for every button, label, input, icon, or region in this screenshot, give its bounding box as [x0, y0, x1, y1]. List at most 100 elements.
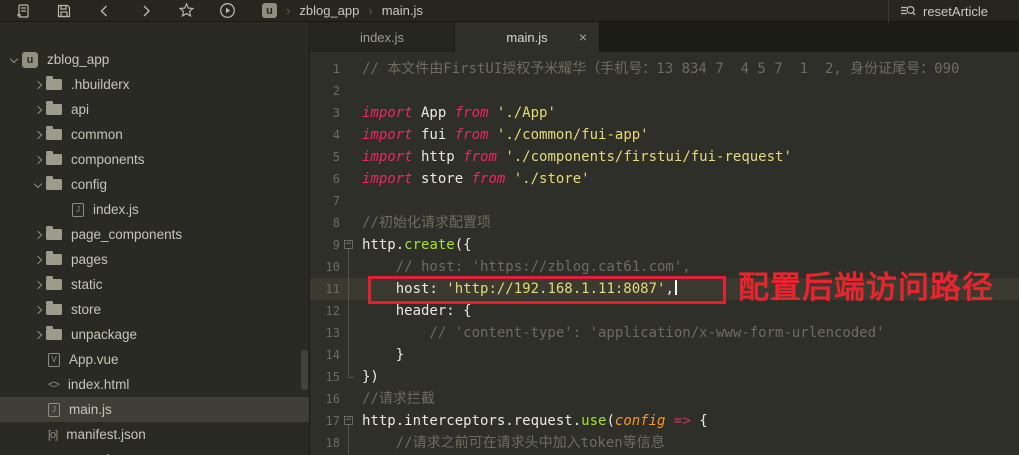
- tree-item-label: main.js: [69, 402, 112, 417]
- tab-label: index.js: [360, 30, 404, 45]
- code-text[interactable]: //请求拦截: [356, 388, 435, 410]
- forward-icon[interactable]: [137, 2, 154, 19]
- code-line-13[interactable]: 13 // 'content-type': 'application/x-www…: [310, 322, 1019, 344]
- code-line-18[interactable]: 18 //请求之前可在请求头中加入token等信息: [310, 432, 1019, 454]
- line-number: 15: [310, 366, 340, 388]
- tree-item-pages-json[interactable]: [o]pages.json: [0, 447, 309, 455]
- folder-icon: [46, 229, 62, 240]
- chevron-right-icon[interactable]: [30, 107, 46, 113]
- code-text[interactable]: host: 'http://192.168.1.11:8087',: [356, 278, 677, 300]
- tree-item-store[interactable]: store: [0, 297, 309, 322]
- chevron-right-icon[interactable]: [30, 132, 46, 138]
- chevron-down-icon[interactable]: [30, 183, 46, 187]
- tree-item-label: pages: [71, 252, 108, 267]
- tree-item-pages[interactable]: pages: [0, 247, 309, 272]
- tree-item-page-components[interactable]: page_components: [0, 222, 309, 247]
- tree-item-config[interactable]: config: [0, 172, 309, 197]
- chevron-right-icon[interactable]: [30, 332, 46, 338]
- code-line-1[interactable]: 1// 本文件由FirstUI授权予米耀华（手机号：13 834 7 4 5 7…: [310, 58, 1019, 80]
- fold-collapse-icon[interactable]: −: [344, 240, 353, 249]
- tree-item-index-js[interactable]: Jindex.js: [0, 197, 309, 222]
- code-text[interactable]: import store from './store': [356, 168, 590, 190]
- chevron-right-icon[interactable]: [30, 307, 46, 313]
- breadcrumb: u › zblog_app › main.js: [262, 3, 423, 18]
- tree-item--hbuilderx[interactable]: .hbuilderx: [0, 72, 309, 97]
- code-text[interactable]: header: {: [356, 300, 472, 322]
- code-line-7[interactable]: 7: [310, 190, 1019, 212]
- code-line-11[interactable]: 11 host: 'http://192.168.1.11:8087',: [310, 278, 1019, 300]
- fold-collapse-icon[interactable]: −: [344, 416, 353, 425]
- chevron-right-icon[interactable]: [30, 232, 46, 238]
- code-line-17[interactable]: 17−http.interceptors.request.use(config …: [310, 410, 1019, 432]
- toolbar-search[interactable]: resetArticle: [888, 0, 1019, 22]
- code-text[interactable]: // host: 'https://zblog.cat61.com',: [356, 256, 691, 278]
- code-text[interactable]: import http from './components/firstui/f…: [356, 146, 792, 168]
- code-text[interactable]: [356, 190, 362, 212]
- star-icon[interactable]: [178, 2, 195, 19]
- code-text[interactable]: http.create({: [356, 234, 472, 256]
- tree-item-label: .hbuilderx: [71, 77, 130, 92]
- code-text[interactable]: }: [356, 344, 404, 366]
- code-text[interactable]: }): [356, 366, 379, 388]
- tree-item-app-vue[interactable]: VApp.vue: [0, 347, 309, 372]
- code-text[interactable]: // 'content-type': 'application/x-www-fo…: [356, 322, 885, 344]
- tree-item-static[interactable]: static: [0, 272, 309, 297]
- code-line-3[interactable]: 3import App from './App': [310, 102, 1019, 124]
- text-cursor: [675, 280, 677, 295]
- code-text[interactable]: http.interceptors.request.use(config => …: [356, 410, 708, 432]
- breadcrumb-item-project[interactable]: zblog_app: [299, 3, 359, 18]
- code-line-12[interactable]: 12 header: {: [310, 300, 1019, 322]
- code-line-10[interactable]: 10 // host: 'https://zblog.cat61.com',: [310, 256, 1019, 278]
- code-line-6[interactable]: 6import store from './store': [310, 168, 1019, 190]
- save-icon[interactable]: [55, 2, 72, 19]
- code-text[interactable]: [356, 80, 362, 102]
- code-text[interactable]: //请求之前可在请求头中加入token等信息: [356, 432, 665, 454]
- code-view[interactable]: 1// 本文件由FirstUI授权予米耀华（手机号：13 834 7 4 5 7…: [310, 52, 1019, 455]
- folder-icon: [46, 79, 62, 90]
- chevron-right-icon[interactable]: [30, 257, 46, 263]
- chevron-right-icon[interactable]: [30, 157, 46, 163]
- sidebar-scrollbar[interactable]: [301, 350, 308, 390]
- code-line-9[interactable]: 9−http.create({: [310, 234, 1019, 256]
- toolbar: u › zblog_app › main.js resetArticle: [0, 0, 1019, 22]
- code-line-8[interactable]: 8//初始化请求配置项: [310, 212, 1019, 234]
- editor-tab-main-js[interactable]: main.js ×: [455, 22, 600, 52]
- code-text[interactable]: import fui from './common/fui-app': [356, 124, 649, 146]
- tree-item-manifest-json[interactable]: [o]manifest.json: [0, 422, 309, 447]
- uniapp-project-icon: u: [262, 3, 277, 18]
- breadcrumb-separator-icon: ›: [368, 3, 372, 18]
- code-text[interactable]: // 本文件由FirstUI授权予米耀华（手机号：13 834 7 4 5 7 …: [356, 58, 959, 80]
- line-number: 13: [310, 322, 340, 344]
- tree-item-main-js[interactable]: Jmain.js: [0, 397, 309, 422]
- code-text[interactable]: //初始化请求配置项: [356, 212, 491, 234]
- tree-item-index-html[interactable]: <>index.html: [0, 372, 309, 397]
- editor-tab-index-js[interactable]: index.js: [310, 22, 455, 52]
- chevron-right-icon[interactable]: [30, 82, 46, 88]
- js-file-icon: J: [48, 403, 60, 417]
- code-text[interactable]: import App from './App': [356, 102, 556, 124]
- fold-column: [340, 124, 356, 146]
- tree-item-unpackage[interactable]: unpackage: [0, 322, 309, 347]
- code-line-4[interactable]: 4import fui from './common/fui-app': [310, 124, 1019, 146]
- close-icon[interactable]: ×: [579, 29, 587, 45]
- line-number: 14: [310, 344, 340, 366]
- tree-item-zblog-app[interactable]: uzblog_app: [0, 47, 309, 72]
- back-icon[interactable]: [96, 2, 113, 19]
- chevron-right-icon[interactable]: [30, 282, 46, 288]
- tab-label: main.js: [506, 30, 547, 45]
- fold-column: [340, 300, 356, 322]
- code-line-16[interactable]: 16//请求拦截: [310, 388, 1019, 410]
- chevron-down-icon[interactable]: [6, 58, 22, 62]
- code-line-2[interactable]: 2: [310, 80, 1019, 102]
- run-icon[interactable]: [219, 2, 236, 19]
- code-line-5[interactable]: 5import http from './components/firstui/…: [310, 146, 1019, 168]
- fold-column: [340, 388, 356, 410]
- tree-item-api[interactable]: api: [0, 97, 309, 122]
- new-file-icon[interactable]: [14, 2, 31, 19]
- tree-item-components[interactable]: components: [0, 147, 309, 172]
- breadcrumb-item-file[interactable]: main.js: [382, 3, 423, 18]
- code-line-15[interactable]: 15}): [310, 366, 1019, 388]
- code-line-14[interactable]: 14 }: [310, 344, 1019, 366]
- tree-item-common[interactable]: common: [0, 122, 309, 147]
- line-number: 10: [310, 256, 340, 278]
